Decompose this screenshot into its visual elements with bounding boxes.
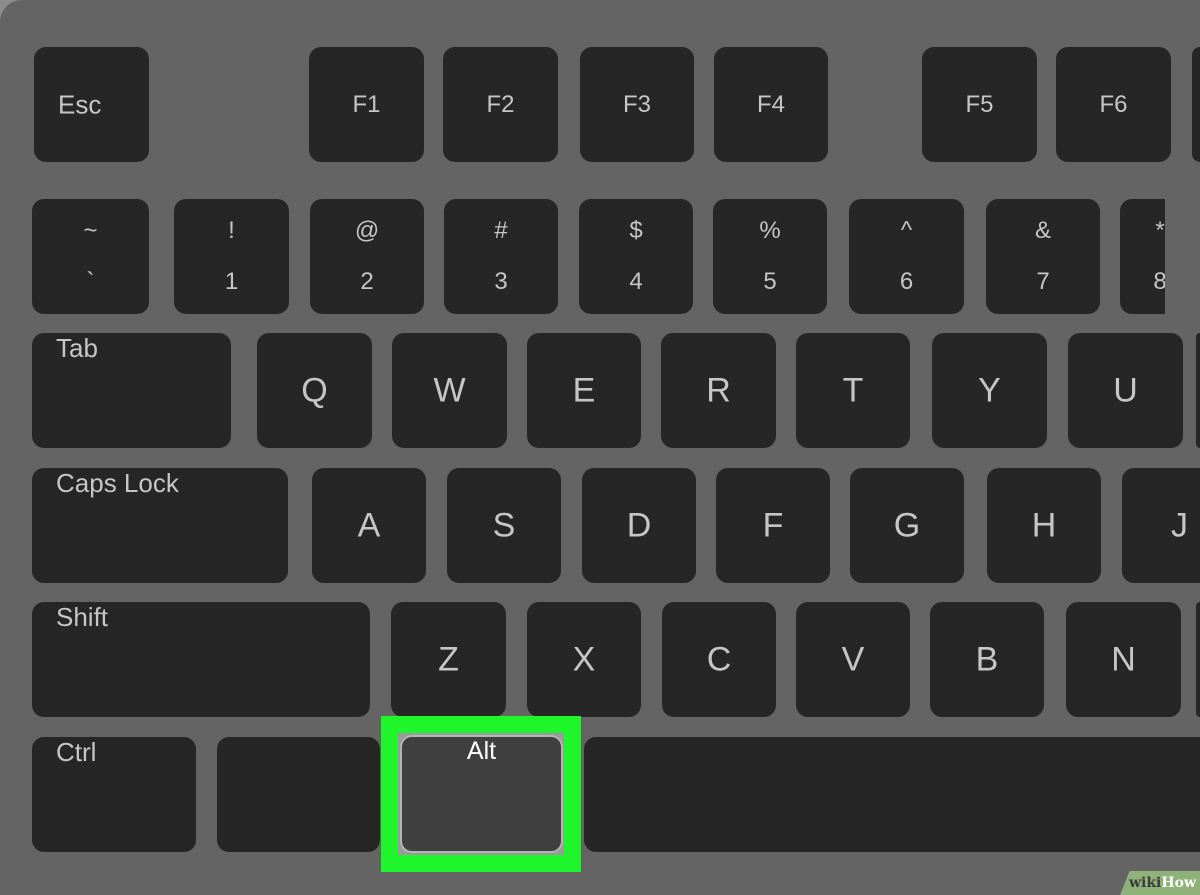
- key-f6[interactable]: F6: [1056, 47, 1171, 162]
- key-label: T: [842, 371, 864, 409]
- key-label: Caps Lock: [56, 468, 179, 498]
- key-bottom-symbol: 7: [1036, 268, 1050, 295]
- key-top-symbol: ^: [900, 217, 913, 244]
- key-label: Q: [301, 371, 328, 409]
- key-top-symbol: #: [494, 217, 508, 244]
- key-x[interactable]: X: [527, 602, 641, 717]
- key-u[interactable]: U: [1068, 333, 1183, 448]
- key-label: E: [572, 371, 596, 409]
- key-label: F1: [352, 90, 381, 118]
- key-blank[interactable]: [1196, 602, 1200, 717]
- key-label: U: [1113, 371, 1138, 409]
- key-bottom-symbol: `: [86, 268, 95, 295]
- key-top-symbol: !: [228, 217, 235, 244]
- key-3[interactable]: #3: [444, 199, 558, 314]
- key-label: Z: [438, 640, 459, 678]
- key-bottom-symbol: 8: [1153, 268, 1167, 295]
- key-label: B: [975, 640, 999, 678]
- key-label: Alt: [466, 737, 497, 765]
- key-w[interactable]: W: [392, 333, 507, 448]
- key-caps-lock[interactable]: Caps Lock: [32, 468, 288, 583]
- key-label: G: [893, 506, 921, 544]
- key-f2[interactable]: F2: [443, 47, 558, 162]
- keyboard: Esc F1 F2 F3 F4 F5 F6 ~ `! 1 @2 #3 $4% 5 ^ 6 & 7 * 8 Tab Q W E R…: [0, 0, 1200, 895]
- key-label: C: [706, 640, 732, 678]
- key-r[interactable]: R: [661, 333, 776, 448]
- key-7[interactable]: & 7: [986, 199, 1100, 314]
- key-bottom-symbol: 3: [494, 268, 508, 295]
- key-label: N: [1111, 640, 1136, 678]
- key-2[interactable]: @2: [310, 199, 424, 314]
- key-c[interactable]: C: [662, 602, 776, 717]
- key-label: D: [626, 506, 652, 544]
- key-v[interactable]: V: [796, 602, 910, 717]
- key-top-symbol: ~: [83, 217, 98, 244]
- key-8[interactable]: * 8: [1120, 199, 1167, 314]
- key-b[interactable]: B: [930, 602, 1044, 717]
- key-blank[interactable]: [217, 737, 380, 852]
- key-top-symbol: @: [354, 217, 380, 244]
- key-h[interactable]: H: [987, 468, 1101, 583]
- key-top-symbol: *: [1155, 217, 1165, 244]
- key-tab[interactable]: Tab: [32, 333, 231, 448]
- key-label: Esc: [58, 89, 102, 119]
- key-alt[interactable]: Alt: [400, 735, 563, 853]
- key-ctrl[interactable]: Ctrl: [32, 737, 196, 852]
- key-y[interactable]: Y: [932, 333, 1047, 448]
- key-z[interactable]: Z: [391, 602, 506, 717]
- key-blank[interactable]: [1192, 47, 1200, 162]
- key-q[interactable]: Q: [257, 333, 372, 448]
- key-top-symbol: %: [759, 217, 781, 244]
- key-label: A: [357, 506, 381, 544]
- key-shift[interactable]: Shift: [32, 602, 370, 717]
- key-j[interactable]: J: [1122, 468, 1200, 583]
- key-esc[interactable]: Esc: [34, 47, 149, 162]
- key-label: R: [706, 371, 731, 409]
- key-5[interactable]: % 5: [713, 199, 827, 314]
- key-n[interactable]: N: [1066, 602, 1181, 717]
- key-label: V: [841, 640, 865, 678]
- key-label: J: [1171, 506, 1188, 544]
- key-f5[interactable]: F5: [922, 47, 1037, 162]
- key-top-symbol: &: [1034, 217, 1051, 244]
- key-label: S: [492, 506, 516, 544]
- wikihow-watermark: wikiHow: [1120, 871, 1200, 895]
- key-label: Tab: [56, 333, 98, 363]
- key-label: F5: [965, 90, 994, 118]
- key-label: Ctrl: [56, 737, 97, 767]
- key-d[interactable]: D: [582, 468, 696, 583]
- key-label: Y: [978, 371, 1001, 409]
- key-f[interactable]: F: [716, 468, 830, 583]
- key-bottom-symbol: 1: [224, 268, 239, 295]
- key-e[interactable]: E: [527, 333, 641, 448]
- key-label: F3: [622, 90, 651, 118]
- key-s[interactable]: S: [447, 468, 561, 583]
- key-label: F: [762, 506, 784, 544]
- key-g[interactable]: G: [850, 468, 964, 583]
- key-blank[interactable]: [584, 737, 1200, 852]
- key-bottom-symbol: 6: [899, 268, 914, 295]
- key-f4[interactable]: F4: [714, 47, 828, 162]
- key-6[interactable]: ^ 6: [849, 199, 964, 314]
- key-label: F6: [1099, 90, 1128, 118]
- key-label: Shift: [56, 602, 109, 632]
- key-label: F2: [486, 90, 515, 118]
- key-bottom-symbol: 4: [629, 268, 643, 295]
- key-label: W: [433, 371, 466, 409]
- key-blank[interactable]: [1196, 333, 1200, 448]
- key-f1[interactable]: F1: [309, 47, 424, 162]
- key-label: F4: [756, 90, 785, 118]
- key-f3[interactable]: F3: [580, 47, 694, 162]
- key-a[interactable]: A: [312, 468, 426, 583]
- key-bottom-symbol: 5: [763, 268, 777, 295]
- key-bottom-symbol: 2: [360, 268, 374, 295]
- key-label: H: [1031, 506, 1057, 544]
- key-t[interactable]: T: [796, 333, 910, 448]
- key-1[interactable]: ! 1: [174, 199, 289, 314]
- key-label: X: [572, 640, 596, 678]
- key-top-symbol: $: [629, 217, 643, 244]
- key-4[interactable]: $4: [579, 199, 693, 314]
- key--[interactable]: ~ `: [32, 199, 149, 314]
